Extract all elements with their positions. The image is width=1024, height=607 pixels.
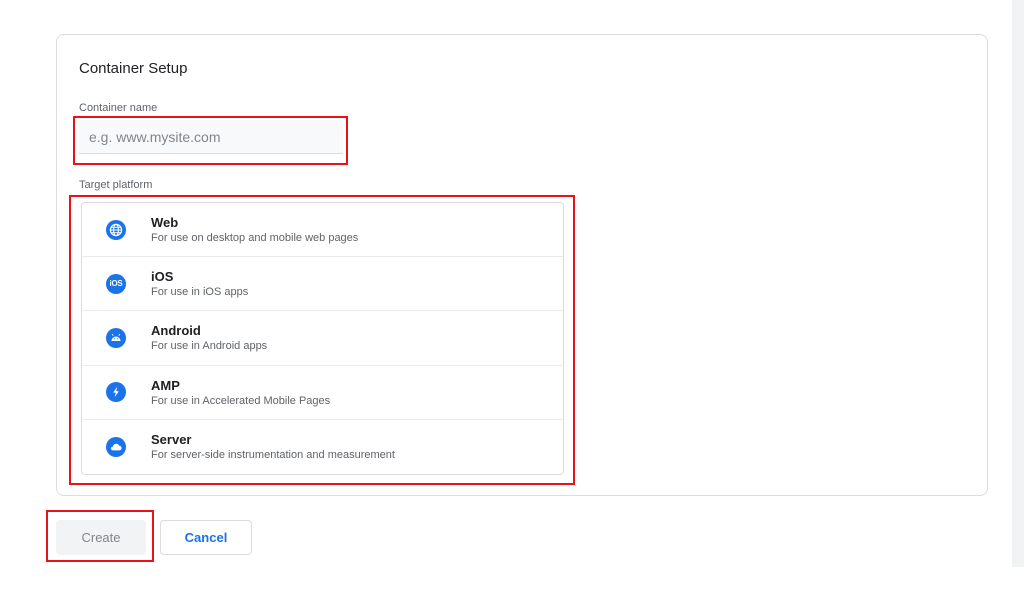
platform-description: For server-side instrumentation and meas… [151,448,395,461]
platform-option-amp[interactable]: AMP For use in Accelerated Mobile Pages [82,366,563,420]
platform-name: Web [151,215,179,230]
lightning-icon [106,382,126,403]
platform-description: For use on desktop and mobile web pages [151,232,359,244]
platform-option-web[interactable]: Web For use on desktop and mobile web pa… [82,203,563,258]
platform-description: For use in Android apps [151,340,268,353]
android-icon [106,327,126,348]
ios-icon: iOS [106,273,126,294]
platform-name: AMP [151,377,180,393]
globe-icon [106,219,126,240]
create-button[interactable]: Create [56,520,146,555]
platform-option-android[interactable]: Android For use in Android apps [82,311,563,366]
platform-name: Server [151,431,192,447]
page: Container Setup Container name Target pl… [0,0,1024,607]
platform-option-server[interactable]: Server For server-side instrumentation a… [82,420,563,474]
target-platform-label: Target platform [79,179,153,191]
cloud-icon [106,436,126,457]
container-name-input[interactable] [79,120,343,154]
platform-name: Android [151,323,201,339]
platform-description: For use in Accelerated Mobile Pages [151,394,331,407]
card-title: Container Setup [79,60,188,77]
container-setup-card: Container Setup Container name Target pl… [56,34,988,496]
cancel-button[interactable]: Cancel [160,520,252,555]
scrollbar-track[interactable] [1012,0,1024,567]
platform-option-ios[interactable]: iOS iOS For use in iOS apps [82,257,563,312]
ios-icon-text: iOS [109,279,123,289]
container-name-label: Container name [79,102,158,114]
target-platform-list: Web For use on desktop and mobile web pa… [81,202,564,475]
platform-name: iOS [151,269,174,285]
platform-description: For use in iOS apps [151,286,249,299]
